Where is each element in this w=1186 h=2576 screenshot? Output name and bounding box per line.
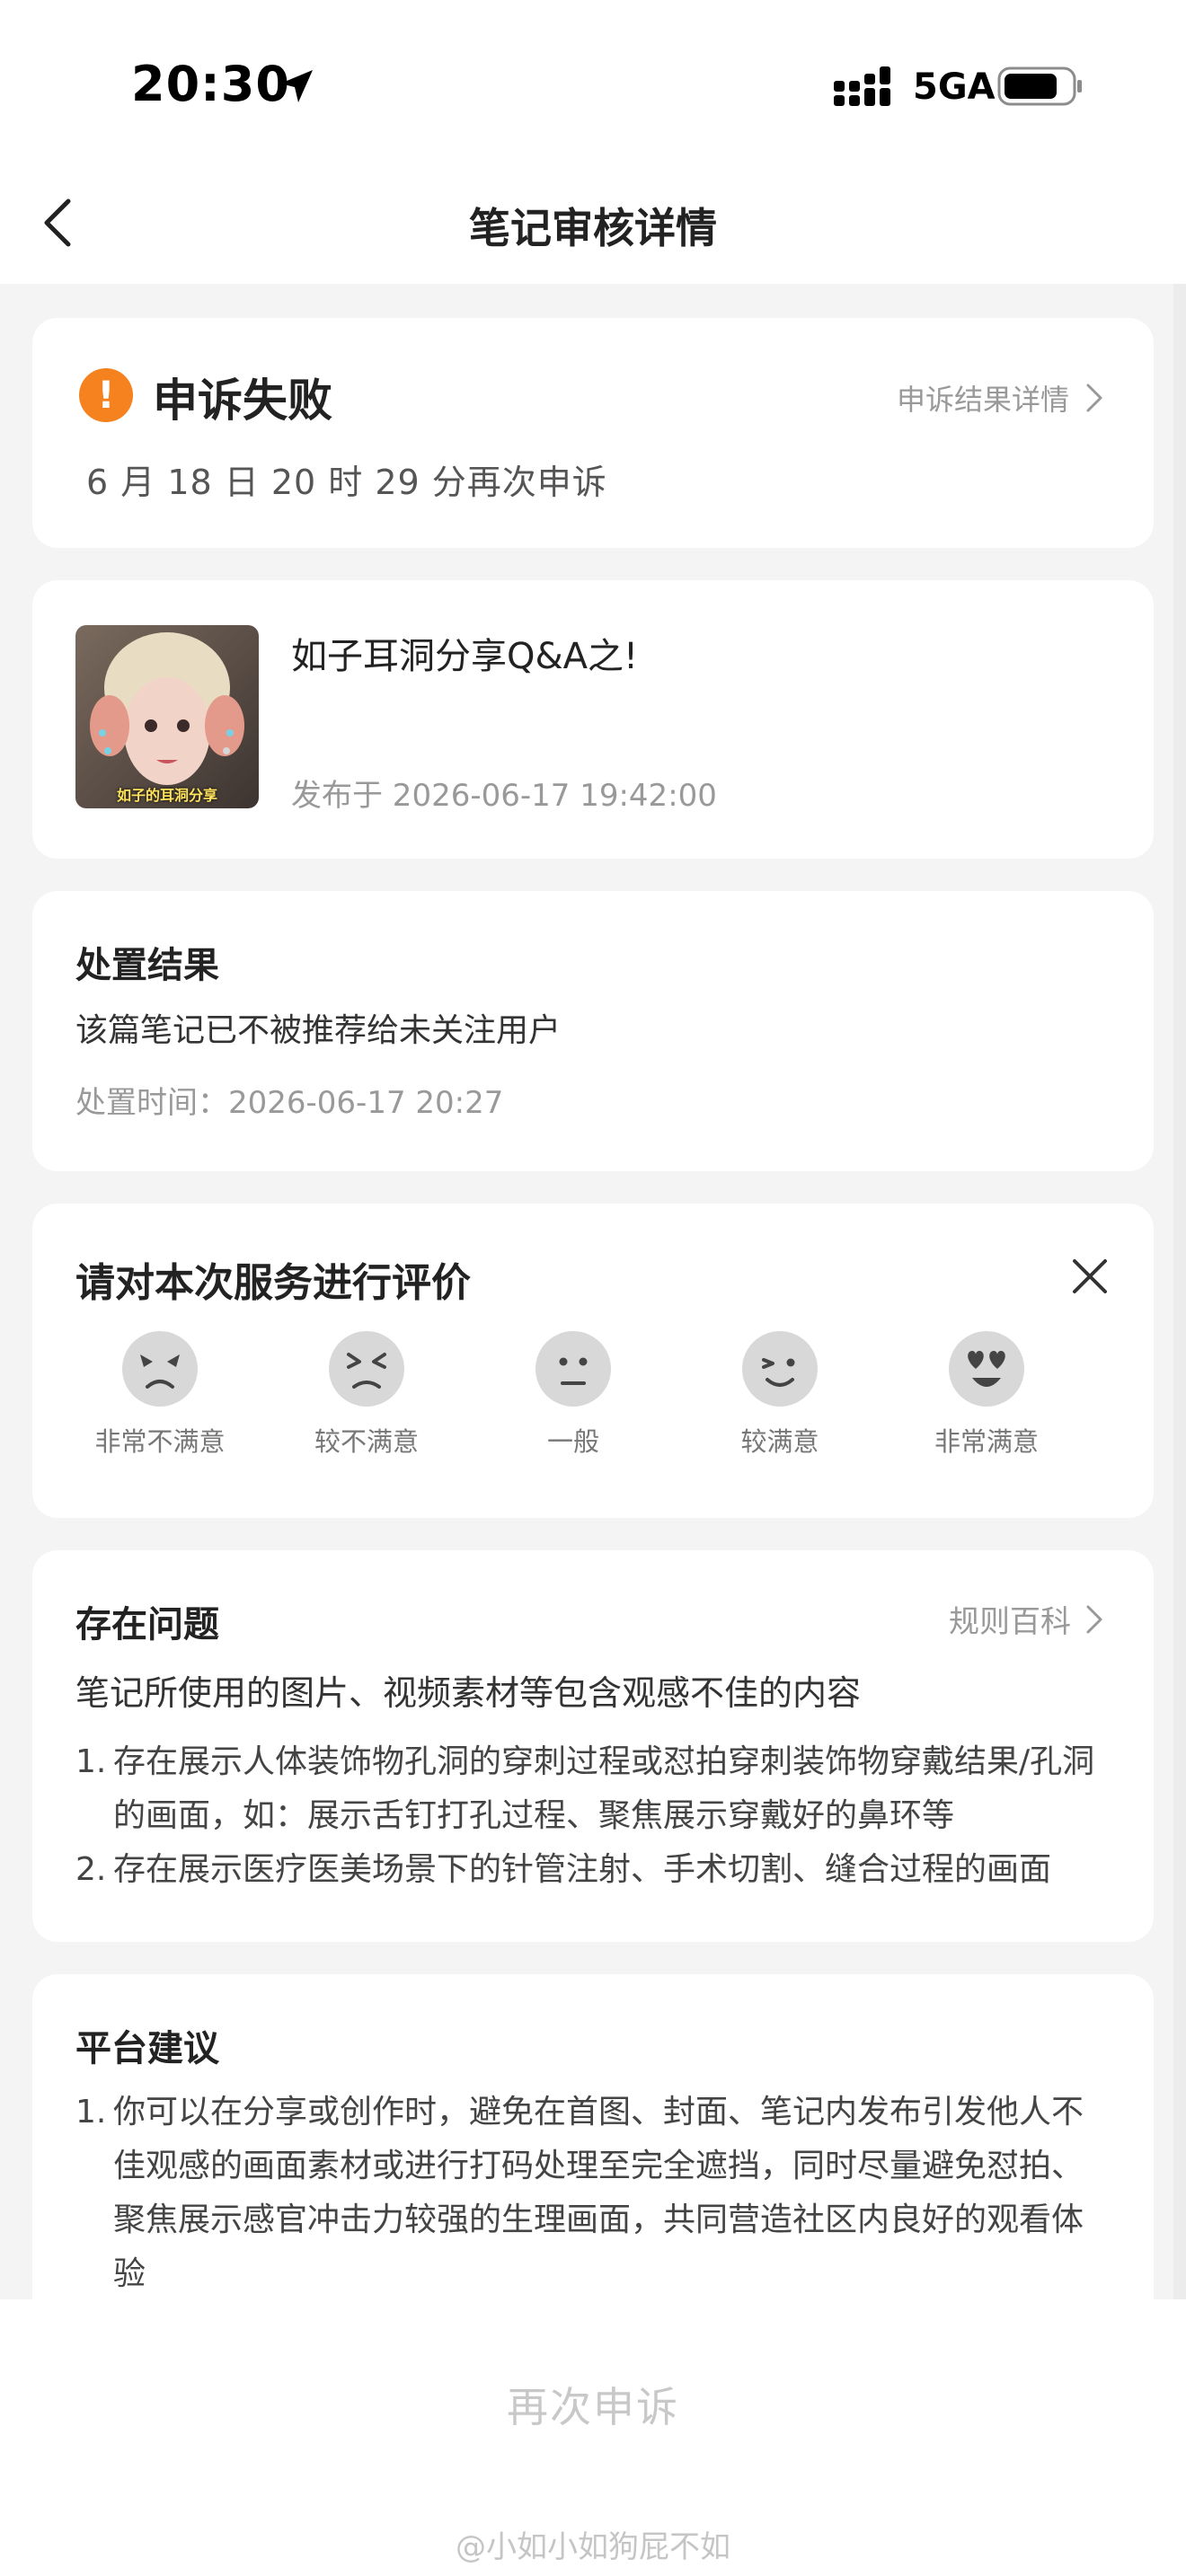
list-line: 存在展示人体装饰物孔洞的穿刺过程或怼拍穿刺装饰物穿戴结果/孔洞 bbox=[113, 1743, 1095, 1780]
issue-heading: 存在问题 bbox=[75, 1604, 219, 1645]
rating-title: 请对本次服务进行评价 bbox=[75, 1260, 471, 1306]
list-text: 存在展示人体装饰物孔洞的穿刺过程或怼拍穿刺装饰物穿戴结果/孔洞 的画面，如：展示… bbox=[113, 1735, 1094, 1843]
note-thumbnail[interactable]: 如子的耳洞分享 bbox=[75, 625, 259, 808]
dissatisfied-face-icon bbox=[329, 1331, 404, 1407]
appeal-status-card: ! 申诉失败 申诉结果详情 6 月 18 日 20 时 29 分再次申诉 bbox=[32, 318, 1154, 548]
advice-list: 1. 你可以在分享或创作时，避免在首图、封面、笔记内发布引发他人不 佳观感的画面… bbox=[75, 2086, 1118, 2301]
close-icon[interactable] bbox=[1069, 1256, 1111, 1297]
service-rating-card: 请对本次服务进行评价 非常不满意 较不满意 一般 较满意 非常满意 bbox=[32, 1204, 1154, 1518]
scroll-edge bbox=[1173, 284, 1186, 2299]
very-dissatisfied-face-icon bbox=[122, 1331, 198, 1407]
satisfied-face-icon bbox=[742, 1331, 818, 1407]
thumbnail-caption: 如子的耳洞分享 bbox=[116, 787, 217, 804]
rating-label: 一般 bbox=[546, 1426, 599, 1457]
warning-icon: ! bbox=[79, 368, 133, 422]
note-card[interactable]: 如子的耳洞分享 如子耳洞分享Q&A之! 发布于 2026-06-17 19:42… bbox=[32, 580, 1154, 859]
rating-label: 非常不满意 bbox=[94, 1426, 226, 1457]
rating-label: 较不满意 bbox=[314, 1426, 419, 1457]
list-number: 1. bbox=[75, 1743, 107, 1780]
appeal-status-title: 申诉失败 bbox=[153, 375, 332, 427]
list-item: 2. 存在展示医疗医美场景下的针管注射、手术切割、缝合过程的画面 bbox=[75, 1843, 1118, 1897]
advice-heading: 平台建议 bbox=[75, 2028, 219, 2069]
chevron-right-icon bbox=[1086, 1605, 1102, 1633]
issue-list: 1. 存在展示人体装饰物孔洞的穿刺过程或怼拍穿刺装饰物穿戴结果/孔洞 的画面，如… bbox=[75, 1735, 1118, 1897]
reappeal-button[interactable]: 再次申诉 bbox=[0, 2375, 1186, 2434]
handling-result-description: 该篇笔记已不被推荐给未关注用户 bbox=[75, 1012, 562, 1049]
very-satisfied-face-icon bbox=[949, 1331, 1024, 1407]
rules-wiki-link[interactable]: 规则百科 bbox=[949, 1597, 1103, 1641]
list-line: 佳观感的画面素材或进行打码处理至完全遮挡，同时尽量避免怼拍、 bbox=[113, 2148, 1084, 2184]
cellular-signal-icon bbox=[834, 66, 890, 106]
status-bar: 20:30 5GA bbox=[0, 0, 1186, 162]
list-line: 你可以在分享或创作时，避免在首图、封面、笔记内发布引发他人不 bbox=[113, 2094, 1084, 2130]
list-item: 1. 你可以在分享或创作时，避免在首图、封面、笔记内发布引发他人不 佳观感的画面… bbox=[75, 2086, 1118, 2301]
list-text: 存在展示医疗医美场景下的针管注射、手术切割、缝合过程的画面 bbox=[113, 1843, 1051, 1897]
issue-card: 存在问题 规则百科 笔记所使用的图片、视频素材等包含观感不佳的内容 1. 存在展… bbox=[32, 1550, 1154, 1942]
bottom-action-bar: 再次申诉 @小如小如狗屁不如 bbox=[0, 2299, 1186, 2576]
note-title: 如子耳洞分享Q&A之! bbox=[291, 636, 639, 677]
list-number: 1. bbox=[75, 2094, 107, 2130]
list-line: 的画面，如：展示舌钉打孔过程、聚焦展示穿戴好的鼻环等 bbox=[113, 1797, 955, 1834]
status-time: 20:30 bbox=[131, 56, 290, 112]
list-number: 2. bbox=[75, 1851, 107, 1888]
note-cover-image bbox=[75, 625, 259, 808]
appeal-result-detail-link[interactable]: 申诉结果详情 bbox=[897, 377, 1103, 419]
rules-wiki-label: 规则百科 bbox=[949, 1604, 1071, 1640]
note-publish-date: 发布于 2026-06-17 19:42:00 bbox=[291, 778, 717, 814]
appeal-time-text: 6 月 18 日 20 时 29 分再次申诉 bbox=[86, 463, 607, 502]
list-line: 聚焦展示感官冲击力较强的生理画面，共同营造社区内良好的观看体 bbox=[113, 2201, 1084, 2238]
page-title: 笔记审核详情 bbox=[469, 204, 717, 252]
rating-option-very-satisfied[interactable]: 非常满意 bbox=[897, 1329, 1076, 1459]
neutral-face-icon bbox=[535, 1331, 611, 1407]
handling-time: 处置时间：2026-06-17 20:27 bbox=[75, 1085, 504, 1121]
rating-option-neutral[interactable]: 一般 bbox=[483, 1329, 663, 1459]
rating-label: 非常满意 bbox=[934, 1426, 1039, 1457]
issue-summary: 笔记所使用的图片、视频素材等包含观感不佳的内容 bbox=[75, 1673, 862, 1713]
rating-option-dissatisfied[interactable]: 较不满意 bbox=[277, 1329, 456, 1459]
rating-option-very-dissatisfied[interactable]: 非常不满意 bbox=[70, 1329, 250, 1459]
watermark-text: @小如小如狗屁不如 bbox=[456, 2529, 730, 2565]
network-type: 5GA bbox=[913, 66, 996, 108]
handling-result-card: 处置结果 该篇笔记已不被推荐给未关注用户 处置时间：2026-06-17 20:… bbox=[32, 891, 1154, 1171]
rating-label: 较满意 bbox=[740, 1426, 819, 1457]
list-text: 你可以在分享或创作时，避免在首图、封面、笔记内发布引发他人不 佳观感的画面素材或… bbox=[113, 2086, 1084, 2301]
battery-icon bbox=[997, 66, 1082, 106]
list-line: 存在展示医疗医美场景下的针管注射、手术切割、缝合过程的画面 bbox=[113, 1851, 1052, 1888]
handling-result-heading: 处置结果 bbox=[75, 945, 219, 986]
appeal-result-detail-label: 申诉结果详情 bbox=[896, 383, 1069, 417]
rating-option-satisfied[interactable]: 较满意 bbox=[690, 1329, 870, 1459]
nav-bar: 笔记审核详情 bbox=[0, 162, 1186, 284]
list-line: 验 bbox=[113, 2255, 146, 2292]
list-item: 1. 存在展示人体装饰物孔洞的穿刺过程或怼拍穿刺装饰物穿戴结果/孔洞 的画面，如… bbox=[75, 1735, 1118, 1843]
location-arrow-icon bbox=[280, 70, 313, 102]
chevron-right-icon bbox=[1086, 384, 1102, 412]
